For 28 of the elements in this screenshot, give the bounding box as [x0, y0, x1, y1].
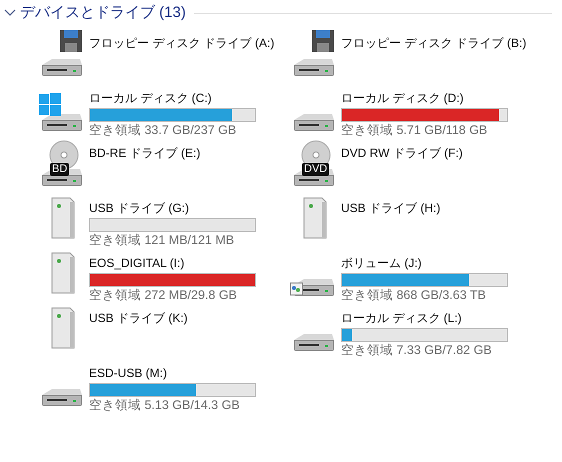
- free-space-text: 空き領域 272 MB/29.8 GB: [89, 287, 237, 304]
- hard-drive-icon: [294, 113, 335, 132]
- drive-name[interactable]: EOS_DIGITAL (I:): [89, 255, 184, 271]
- disc-label: BD: [50, 163, 70, 176]
- disc-label: DVD: [302, 163, 330, 176]
- drive-name[interactable]: フロッピー ディスク ドライブ (A:): [89, 35, 274, 51]
- drive-name[interactable]: BD-RE ドライブ (E:): [89, 145, 200, 161]
- drive-name[interactable]: USB ドライブ (K:): [89, 310, 188, 326]
- network-drive-icon: [290, 278, 335, 297]
- free-space-text: 空き領域 5.71 GB/118 GB: [341, 122, 488, 139]
- free-space-text: 空き領域 5.13 GB/14.3 GB: [89, 397, 240, 414]
- hard-drive-icon: [42, 388, 83, 407]
- free-space-text: 空き領域 33.7 GB/237 GB: [89, 122, 236, 139]
- drive-name[interactable]: DVD RW ドライブ (F:): [341, 145, 463, 161]
- free-space-text: 空き領域 7.33 GB/7.82 GB: [341, 342, 492, 359]
- group-title: デバイスとドライブ (13): [20, 2, 186, 23]
- drive-name[interactable]: フロッピー ディスク ドライブ (B:): [341, 35, 526, 51]
- drive-name[interactable]: USB ドライブ (H:): [341, 200, 440, 216]
- drive-name[interactable]: ローカル ディスク (C:): [89, 90, 212, 106]
- free-space-text: 空き領域 868 GB/3.63 TB: [341, 287, 486, 304]
- drive-name[interactable]: ボリューム (J:): [341, 255, 422, 271]
- free-space-text: 空き領域 121 MB/121 MB: [89, 232, 234, 249]
- chevron-down-icon[interactable]: [4, 9, 16, 17]
- drive-name[interactable]: ローカル ディスク (D:): [341, 90, 464, 106]
- drive-name[interactable]: ローカル ディスク (L:): [341, 310, 462, 326]
- hard-drive-icon: [294, 333, 335, 352]
- drive-name[interactable]: ESD-USB (M:): [89, 365, 167, 381]
- drive-name[interactable]: USB ドライブ (G:): [89, 200, 190, 216]
